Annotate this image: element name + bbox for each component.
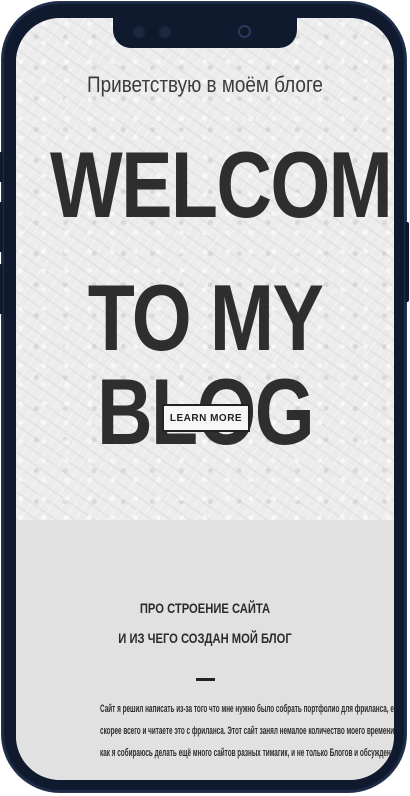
phone-frame: Приветствую в моём блоге WELCOME TO MY B… [0,2,409,792]
about-body-line: как я собираюсь делать ещё много сайтов … [100,747,394,759]
volume-down-button [0,264,3,314]
about-section: ПРО СТРОЕНИЕ САЙТА И ИЗ ЧЕГО СОЗДАН МОЙ … [16,520,394,780]
camera-icon [238,25,251,38]
hero-section: Приветствую в моём блоге WELCOME TO MY B… [16,18,394,520]
about-heading-line2: И ИЗ ЧЕГО СОЗДАН МОЙ БЛОГ [118,630,292,646]
hero-greeting: Приветствую в моём блоге [87,72,323,97]
sensor-icon [159,26,171,38]
section-divider [196,678,215,681]
learn-more-button[interactable]: LEARN MORE [162,404,250,432]
phone-notch [113,18,297,48]
phone-screen: Приветствую в моём блоге WELCOME TO MY B… [16,18,394,780]
volume-up-button [0,202,3,252]
hero-title-line1: WELCOME [50,132,394,237]
sensor-icon [133,26,145,38]
side-button [0,152,3,182]
power-button [405,222,409,302]
about-body-line: скорее всего и читаете это с фриланса. Э… [100,725,394,737]
about-heading-line1: ПРО СТРОЕНИЕ САЙТА [139,600,271,616]
about-body-text: Сайт я решил написать из-за того что мне… [24,698,394,764]
about-body-line: Сайт я решил написать из-за того что мне… [100,703,394,715]
